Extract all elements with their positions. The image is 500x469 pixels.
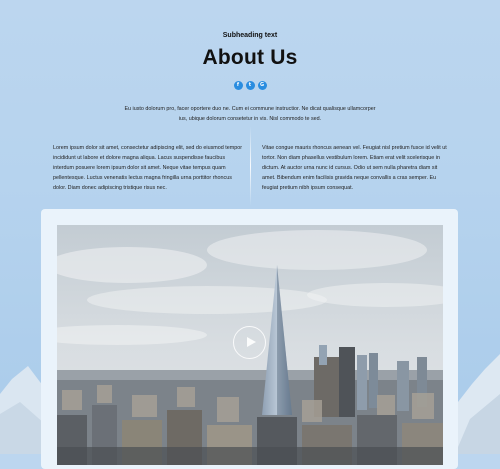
video-player[interactable] [57,225,443,465]
right-column-text: Vitae congue mauris rhoncus aenean vel. … [262,145,447,191]
left-column-text: Lorem ipsum dolor sit amet, consectetur … [53,145,243,191]
page-title: About Us [202,46,298,69]
intro-text: Eu iusto dolorum pro, facer oportere duo… [124,106,376,123]
play-button[interactable] [233,326,266,359]
subheading: Subheading text [222,32,278,39]
facebook-icon[interactable]: f [233,81,243,90]
column-divider [250,126,251,206]
google-plus-icon[interactable]: G [257,81,267,90]
social-links: f t G [0,81,500,90]
twitter-icon[interactable]: t [245,81,255,90]
